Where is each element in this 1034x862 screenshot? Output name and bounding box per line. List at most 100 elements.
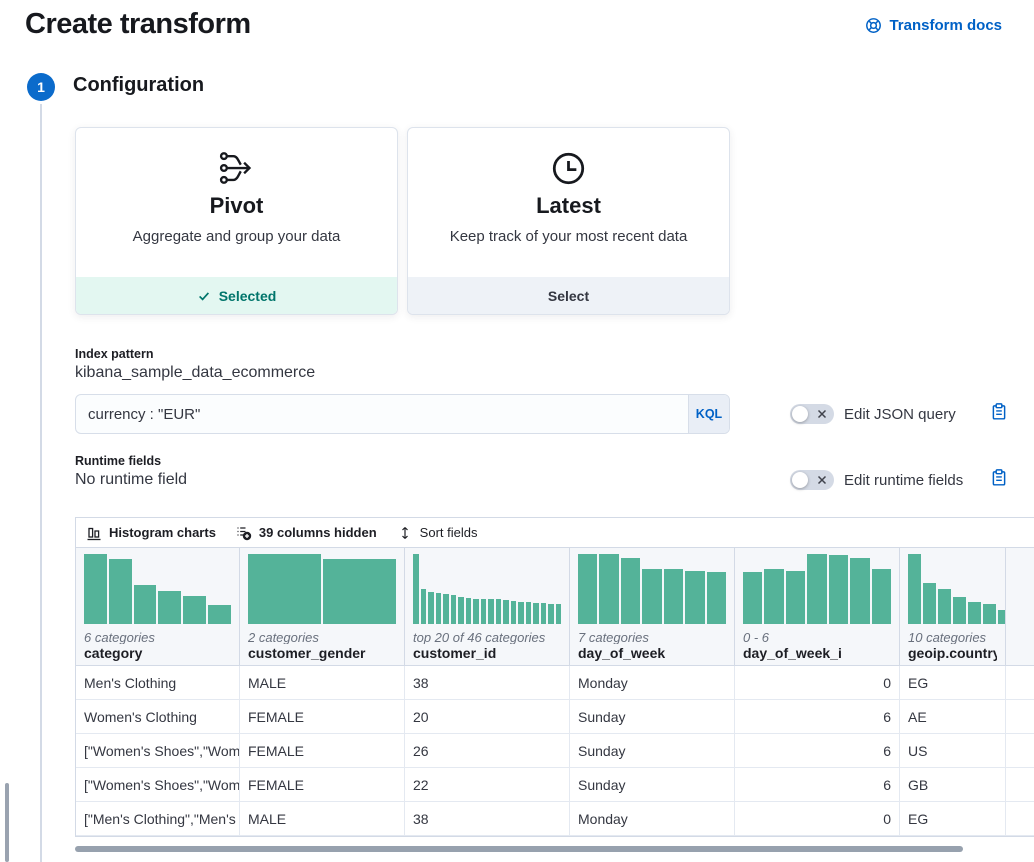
query-row: KQL Edit JSON query (75, 394, 1034, 434)
horizontal-scrollbar-thumb[interactable] (75, 846, 963, 852)
column-header-customer_id[interactable]: top 20 of 46 categoriescustomer_id (405, 548, 570, 665)
histogram-bar (458, 597, 464, 624)
table-cell[interactable]: 6 (735, 768, 900, 801)
check-icon (197, 289, 211, 303)
table-cell[interactable]: 6 (735, 700, 900, 733)
table-cell[interactable]: ["Women's Shoes","Wom... (76, 734, 240, 767)
table-cell[interactable]: 0 (735, 666, 900, 699)
table-cell[interactable]: EG (900, 802, 1006, 835)
table-cell-partial (1006, 802, 1034, 835)
histogram-bar (526, 602, 532, 624)
aggregate-icon (218, 148, 256, 188)
copy-runtime-fields-button[interactable] (990, 468, 1008, 487)
histogram-bar (183, 596, 206, 624)
table-cell[interactable]: 20 (405, 700, 570, 733)
histogram-bar (134, 585, 157, 623)
table-cell[interactable]: Women's Clothing (76, 700, 240, 733)
histogram-customer_id (413, 554, 561, 624)
histogram-bar (533, 603, 539, 624)
table-cell[interactable]: Monday (570, 666, 735, 699)
column-header-day_of_week_i[interactable]: 0 - 6day_of_week_i (735, 548, 900, 665)
histogram-bar (443, 594, 449, 624)
step-number: 1 (37, 79, 45, 95)
table-cell[interactable]: MALE (240, 666, 405, 699)
table-cell[interactable]: 38 (405, 666, 570, 699)
columns-hidden-button[interactable]: 39 columns hidden (236, 525, 377, 541)
histogram-bar (413, 554, 419, 624)
step-connector-line (40, 104, 42, 862)
column-subtitle: 7 categories (578, 630, 726, 645)
sort-arrows-icon (397, 525, 413, 541)
latest-select-button[interactable]: Select (408, 277, 729, 314)
column-label: day_of_week (578, 645, 726, 661)
table-cell[interactable]: AE (900, 700, 1006, 733)
column-label: category (84, 645, 231, 661)
columns-hidden-label: 39 columns hidden (259, 525, 377, 540)
table-cell[interactable]: ["Men's Clothing","Men's ... (76, 802, 240, 835)
column-header-geoip.country_iso_[interactable]: 10 categoriesgeoip.country_iso_ (900, 548, 1006, 665)
histogram-day_of_week (578, 554, 726, 624)
runtime-row: Edit runtime fields (75, 470, 1034, 494)
histogram-bar (872, 569, 891, 624)
table-cell-partial (1006, 700, 1034, 733)
table-cell[interactable]: FEMALE (240, 734, 405, 767)
histogram-chart-icon (86, 525, 102, 541)
pivot-selected-button[interactable]: Selected (76, 277, 397, 314)
table-cell[interactable]: 26 (405, 734, 570, 767)
table-row: ["Men's Clothing","Men's ...MALE38Monday… (76, 802, 1034, 836)
vertical-scrollbar-thumb[interactable] (5, 783, 9, 862)
table-cell[interactable]: EG (900, 666, 1006, 699)
latest-card[interactable]: Latest Keep track of your most recent da… (407, 127, 730, 315)
edit-runtime-fields-toggle[interactable] (790, 470, 834, 490)
histogram-bar (248, 554, 321, 624)
kql-query-input[interactable] (76, 395, 688, 433)
column-header-category[interactable]: 6 categoriescategory (76, 548, 240, 665)
histogram-bar (481, 599, 487, 624)
copy-icon (990, 468, 1008, 487)
pivot-card[interactable]: Pivot Aggregate and group your data Sele… (75, 127, 398, 315)
histogram-bar (428, 592, 434, 624)
table-cell[interactable]: FEMALE (240, 768, 405, 801)
transform-docs-link[interactable]: Transform docs (865, 17, 1002, 34)
step-number-badge: 1 (27, 73, 55, 101)
edit-json-query-toggle[interactable] (790, 404, 834, 424)
column-header-day_of_week[interactable]: 7 categoriesday_of_week (570, 548, 735, 665)
table-cell[interactable]: MALE (240, 802, 405, 835)
table-cell[interactable]: 38 (405, 802, 570, 835)
histogram-bar (541, 603, 547, 624)
page-title: Create transform (25, 8, 251, 41)
table-cell[interactable]: US (900, 734, 1006, 767)
histogram-bar (953, 597, 966, 624)
latest-card-description: Keep track of your most recent data (450, 228, 688, 245)
column-header-customer_gender[interactable]: 2 categoriescustomer_gender (240, 548, 405, 665)
histogram-charts-button[interactable]: Histogram charts (86, 525, 216, 541)
histogram-bar (998, 610, 1006, 624)
table-cell[interactable]: Sunday (570, 700, 735, 733)
table-cell[interactable]: GB (900, 768, 1006, 801)
table-cell[interactable]: ["Women's Shoes","Wom... (76, 768, 240, 801)
table-cell[interactable]: 6 (735, 734, 900, 767)
copy-json-query-button[interactable] (990, 402, 1008, 421)
histogram-bar (208, 605, 231, 624)
edit-json-query-toggle-group: Edit JSON query (790, 404, 956, 424)
histogram-charts-label: Histogram charts (109, 525, 216, 540)
toggle-knob (792, 472, 808, 488)
grid-rows: Men's ClothingMALE38Monday0EGWomen's Clo… (76, 666, 1034, 836)
kql-language-button[interactable]: KQL (688, 395, 729, 433)
histogram-bar (488, 599, 494, 623)
table-cell[interactable]: Men's Clothing (76, 666, 240, 699)
table-row: Men's ClothingMALE38Monday0EG (76, 666, 1034, 700)
table-cell[interactable]: Monday (570, 802, 735, 835)
histogram-day_of_week_i (743, 554, 891, 624)
table-cell[interactable]: FEMALE (240, 700, 405, 733)
table-cell[interactable]: 0 (735, 802, 900, 835)
table-cell[interactable]: 22 (405, 768, 570, 801)
histogram-bar (786, 571, 805, 624)
column-label: day_of_week_i (743, 645, 891, 661)
histogram-bar (496, 599, 502, 623)
histogram-bar (518, 602, 524, 624)
table-cell[interactable]: Sunday (570, 768, 735, 801)
histogram-bar (503, 600, 509, 624)
sort-fields-button[interactable]: Sort fields (397, 525, 478, 541)
table-cell[interactable]: Sunday (570, 734, 735, 767)
